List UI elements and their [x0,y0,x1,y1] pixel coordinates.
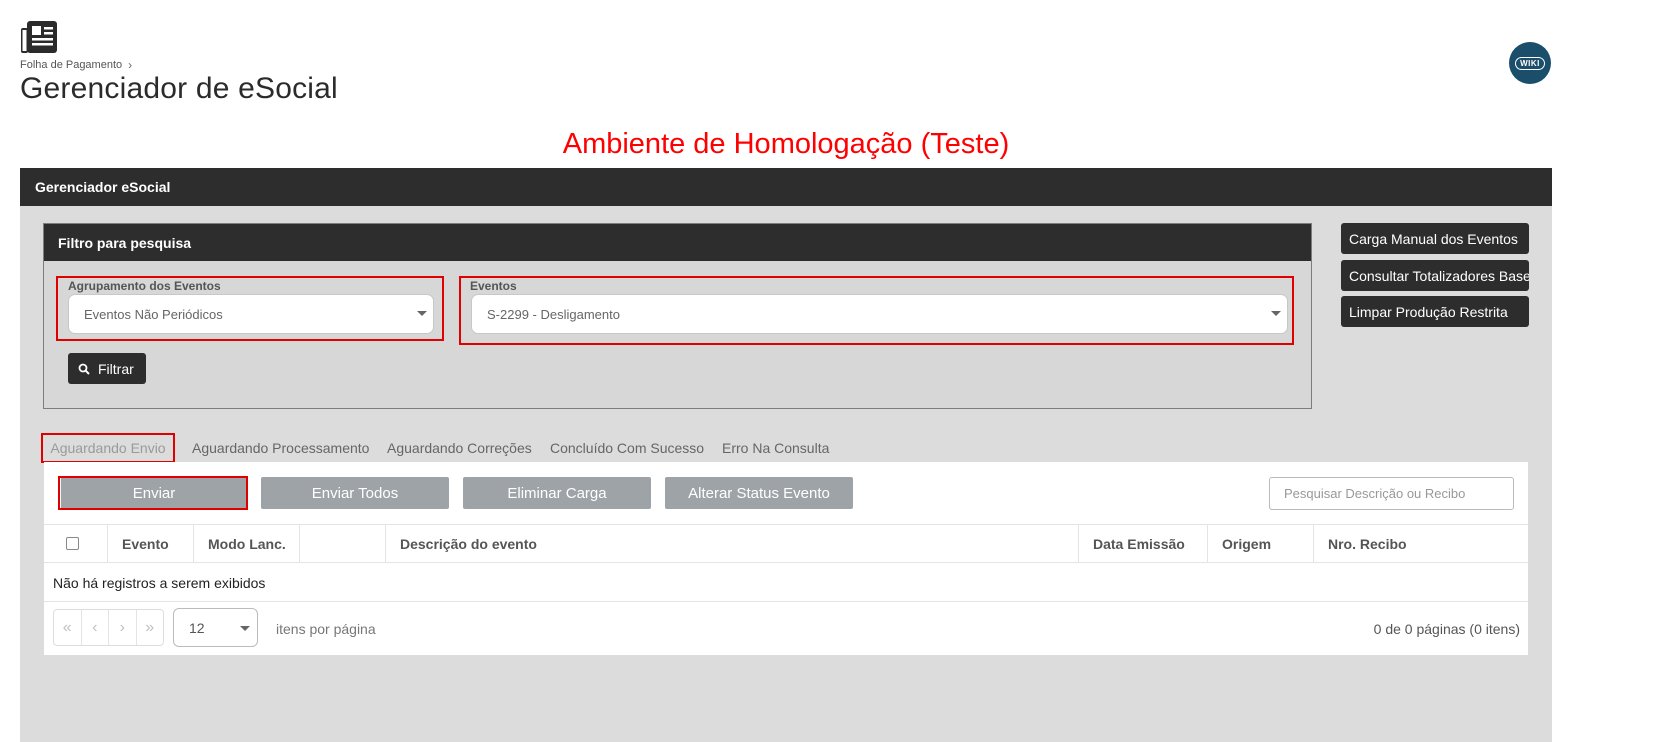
last-page-icon[interactable]: » [137,610,164,645]
next-page-icon[interactable]: › [109,610,137,645]
grouping-select-value: Eventos Não Periódicos [84,306,223,322]
events-label: Eventos [470,279,517,293]
change-event-status-button[interactable]: Alterar Status Evento [665,477,853,509]
filter-button[interactable]: Filtrar [68,353,146,384]
caret-down-icon [240,626,250,631]
environment-banner: Ambiente de Homologação (Teste) [562,128,1010,160]
tab-concluido-com-sucesso[interactable]: Concluído Com Sucesso [550,440,704,456]
events-select-value: S-2299 - Desligamento [487,306,620,322]
caret-down-icon [1271,311,1281,316]
grid-empty-message: Não há registros a serem exibidos [53,575,266,591]
search-placeholder: Pesquisar Descrição ou Recibo [1284,486,1466,501]
page-size-select[interactable]: 12 [173,608,258,647]
send-all-button[interactable]: Enviar Todos [261,477,449,509]
tab-aguardando-processamento[interactable]: Aguardando Processamento [192,440,369,456]
page-title: Gerenciador de eSocial [20,72,338,105]
newspaper-icon [20,20,58,54]
column-header-modo-lanc[interactable]: Modo Lanc. [194,525,300,562]
first-page-icon[interactable]: « [54,610,82,645]
filter-button-label: Filtrar [98,360,134,377]
column-header-origem[interactable]: Origem [1208,525,1314,562]
breadcrumb: Folha de Pagamento › [20,58,132,72]
tab-aguardando-correcoes[interactable]: Aguardando Correções [387,440,532,456]
per-page-label: itens por página [276,621,376,637]
eliminate-load-button[interactable]: Eliminar Carga [463,477,651,509]
grouping-select[interactable]: Eventos Não Periódicos [68,294,434,334]
tab-erro-na-consulta[interactable]: Erro Na Consulta [722,440,829,456]
prev-page-icon[interactable]: ‹ [82,610,109,645]
search-icon [78,363,90,375]
manual-load-button[interactable]: Carga Manual dos Eventos [1341,223,1529,254]
divider [44,601,1528,602]
column-header-descricao[interactable]: Descrição do evento [386,525,1079,562]
panel-header: Gerenciador eSocial [20,168,1552,206]
column-header-blank [300,525,386,562]
chevron-right-icon: › [128,58,133,72]
breadcrumb-item[interactable]: Folha de Pagamento [20,59,122,71]
column-header-evento[interactable]: Evento [108,525,194,562]
consult-totalizers-button[interactable]: Consultar Totalizadores Base [1341,260,1529,291]
wiki-label: WIKI [1515,56,1545,70]
column-header-data-emissao[interactable]: Data Emissão [1079,525,1208,562]
clear-restricted-production-button[interactable]: Limpar Produção Restrita [1341,296,1529,327]
select-all-checkbox[interactable] [66,537,79,550]
send-highlight [58,476,248,510]
pager-info: 0 de 0 páginas (0 itens) [1373,621,1520,637]
pager-nav: « ‹ › » [53,609,164,646]
search-input[interactable]: Pesquisar Descrição ou Recibo [1269,477,1514,510]
tab-aguardando-envio[interactable]: Aguardando Envio [41,433,175,463]
grouping-label: Agrupamento dos Eventos [68,279,221,293]
wiki-button[interactable]: WIKI [1509,42,1551,84]
grid-header: Evento Modo Lanc. Descrição do evento Da… [44,524,1528,563]
filter-title: Filtro para pesquisa [44,224,1311,261]
column-header-nro-recibo[interactable]: Nro. Recibo [1314,525,1528,562]
caret-down-icon [417,311,427,316]
page-size-value: 12 [189,619,205,636]
events-select[interactable]: S-2299 - Desligamento [471,294,1288,334]
select-all-cell [44,525,108,562]
